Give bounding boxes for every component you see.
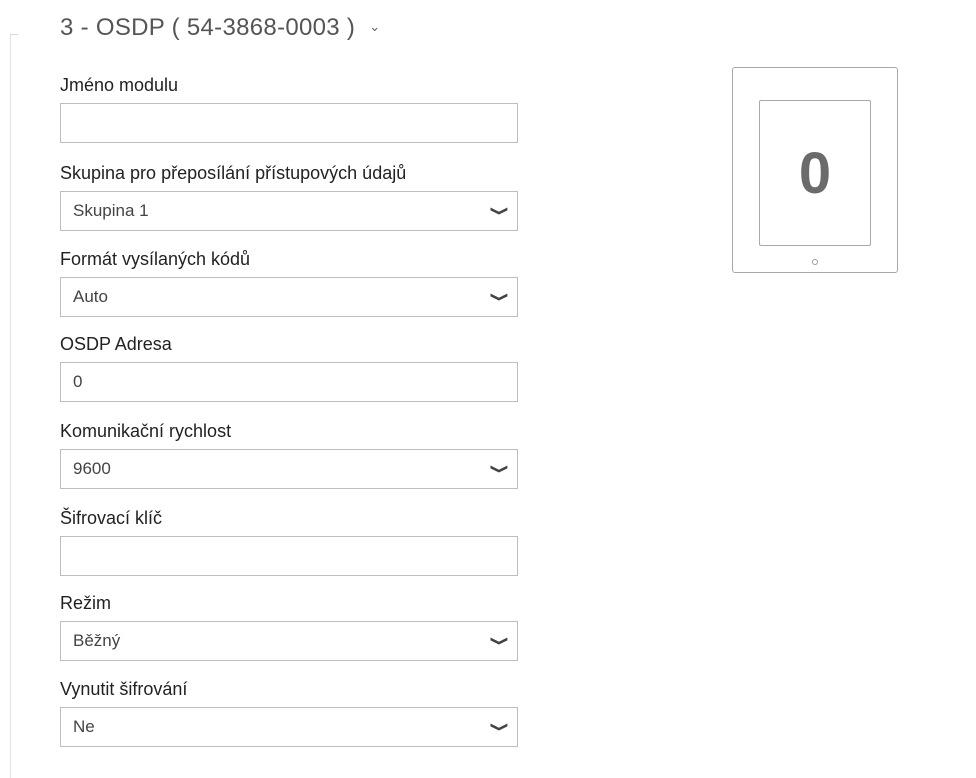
field-force-encryption: Vynutit šifrování Ne ❯ [60, 671, 518, 747]
code-format-select[interactable]: Auto ❯ [60, 277, 518, 317]
mode-value: Běžný [73, 631, 121, 650]
force-encryption-label: Vynutit šifrování [60, 679, 188, 699]
field-module-name: Jméno modulu [60, 67, 518, 143]
osdp-address-input[interactable]: 0 [60, 362, 518, 402]
code-format-value: Auto [73, 287, 108, 306]
credential-group-label: Skupina pro přeposílání přístupových úda… [60, 163, 407, 183]
encryption-key-label: Šifrovací klíč [60, 508, 163, 528]
chevron-down-icon: ❯ [490, 721, 510, 733]
section-bracket-top [10, 34, 18, 35]
module-name-input[interactable] [60, 103, 518, 143]
section-header[interactable]: 3 - OSDP ( 54-3868-0003 ) ⌄ [60, 14, 380, 42]
field-baud-rate: Komunikační rychlost 9600 ❯ [60, 413, 518, 489]
chevron-down-icon: ❯ [490, 635, 510, 647]
module-preview-panel: 0 [759, 100, 871, 246]
baud-rate-select[interactable]: 9600 ❯ [60, 449, 518, 489]
field-encryption-key: Šifrovací klíč [60, 500, 518, 576]
field-osdp-address: OSDP Adresa 0 [60, 326, 518, 402]
baud-rate-label: Komunikační rychlost [60, 421, 232, 441]
mode-label: Režim [60, 593, 112, 613]
chevron-down-icon: ❯ [490, 291, 510, 303]
chevron-down-icon: ❯ [490, 463, 510, 475]
mode-select[interactable]: Běžný ❯ [60, 621, 518, 661]
field-code-format: Formát vysílaných kódů Auto ❯ [60, 241, 518, 317]
field-credential-group: Skupina pro přeposílání přístupových úda… [60, 155, 518, 231]
code-format-label: Formát vysílaných kódů [60, 249, 251, 269]
encryption-key-input[interactable] [60, 536, 518, 576]
force-encryption-select[interactable]: Ne ❯ [60, 707, 518, 747]
module-preview: 0 [732, 67, 898, 273]
field-mode: Režim Běžný ❯ [60, 585, 518, 661]
module-address-digit: 0 [798, 140, 832, 206]
force-encryption-value: Ne [73, 717, 95, 736]
module-name-label: Jméno modulu [60, 75, 179, 95]
section-title: 3 - OSDP ( 54-3868-0003 ) [60, 14, 356, 41]
credential-group-value: Skupina 1 [73, 201, 149, 220]
chevron-down-icon: ❯ [490, 205, 510, 217]
module-led-icon [812, 259, 818, 265]
baud-rate-value: 9600 [73, 459, 111, 478]
osdp-address-value: 0 [73, 372, 83, 391]
chevron-down-icon[interactable]: ⌄ [369, 19, 380, 35]
credential-group-select[interactable]: Skupina 1 ❯ [60, 191, 518, 231]
section-bracket-line [10, 34, 11, 778]
osdp-address-label: OSDP Adresa [60, 334, 172, 354]
